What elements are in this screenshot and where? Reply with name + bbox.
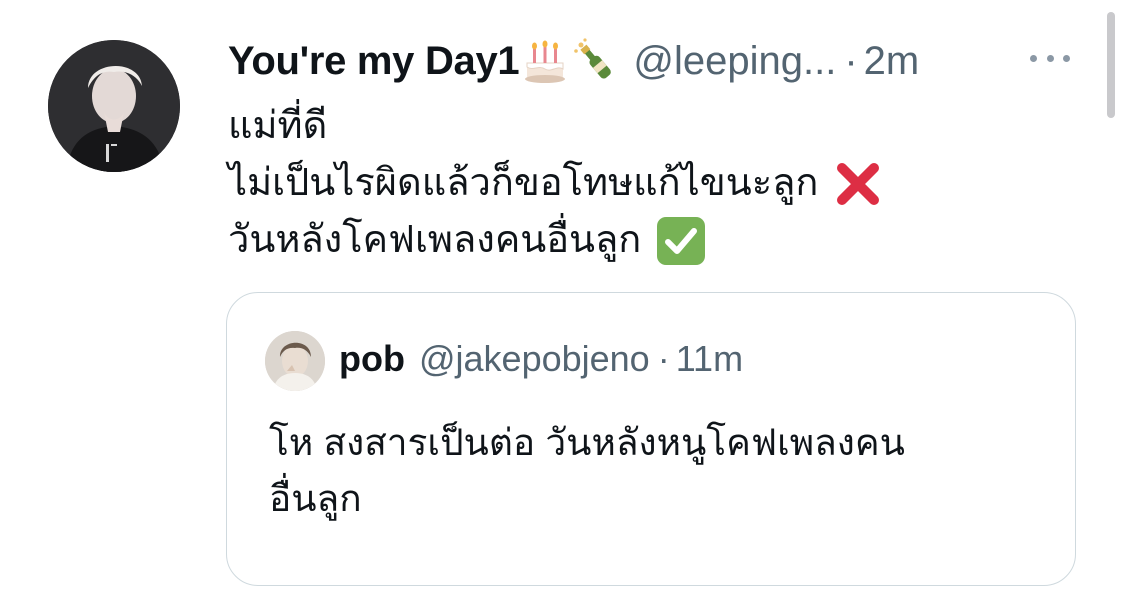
quoted-text-line: โห สงสารเป็นต่อ วันหลังหนูโคฟเพลงคน bbox=[269, 422, 905, 463]
tweet-text-line: วันหลังโคฟเพลงคนอื่นลูก bbox=[228, 212, 1088, 269]
quoted-tweet-header: pob @jakepobjeno · 11m bbox=[339, 335, 743, 383]
author-avatar[interactable] bbox=[48, 40, 180, 172]
author-display-name[interactable]: You're my Day1 bbox=[228, 39, 520, 84]
tweet-timestamp[interactable]: 2m bbox=[864, 39, 920, 84]
champagne-bottle-emoji bbox=[571, 37, 619, 85]
birthday-cake-emoji bbox=[521, 37, 569, 85]
more-dot bbox=[1046, 54, 1054, 62]
quoted-author-avatar[interactable] bbox=[265, 331, 325, 391]
quoted-author-handle[interactable]: @jakepobjeno bbox=[419, 338, 650, 380]
quoted-tweet-card[interactable]: pob @jakepobjeno · 11m โห สงสารเป็นต่อ ว… bbox=[226, 292, 1076, 586]
tweet-line-2: ไม่เป็นไรผิดแล้วก็ขอโทษแก้ไขนะลูก bbox=[228, 162, 819, 204]
more-options-icon[interactable] bbox=[1030, 40, 1070, 76]
tweet-text-line: ไม่เป็นไรผิดแล้วก็ขอโทษแก้ไขนะลูก bbox=[228, 155, 1088, 212]
tweet-line-1: แม่ที่ดี bbox=[228, 105, 328, 147]
cross-mark-emoji bbox=[832, 158, 884, 210]
tweet-text-line: แม่ที่ดี bbox=[228, 98, 1088, 155]
author-handle[interactable]: @leeping... bbox=[633, 39, 836, 84]
check-mark-emoji bbox=[655, 215, 707, 267]
more-dot bbox=[1063, 54, 1070, 62]
meta-separator: · bbox=[657, 338, 670, 379]
tweet-text: แม่ที่ดี ไม่เป็นไรผิดแล้วก็ขอโทษแก้ไขนะล… bbox=[228, 98, 1088, 269]
quoted-tweet-text: โห สงสารเป็นต่อ วันหลังหนูโคฟเพลงคน อื่น… bbox=[269, 415, 1029, 527]
quoted-text-line: อื่นลูก bbox=[269, 478, 362, 519]
quoted-tweet-timestamp[interactable]: 11m bbox=[676, 338, 743, 380]
tweet-line-3: วันหลังโคฟเพลงคนอื่นลูก bbox=[228, 219, 642, 261]
tweet-header: You're my Day1 @leeping... · 2m bbox=[228, 36, 919, 86]
scrollbar[interactable] bbox=[1107, 12, 1115, 118]
quoted-author-display-name[interactable]: pob bbox=[339, 338, 405, 380]
meta-separator: · bbox=[844, 38, 858, 83]
more-dot bbox=[1030, 54, 1037, 62]
